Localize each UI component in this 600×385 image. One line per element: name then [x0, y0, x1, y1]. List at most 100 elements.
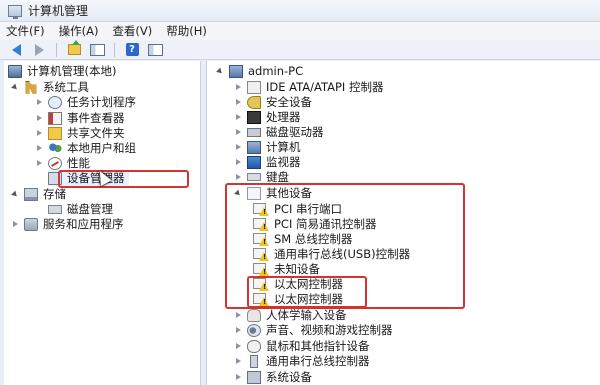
- tree-item-storage[interactable]: 存储: [10, 186, 66, 202]
- device-label: 通用串行总线(USB)控制器: [274, 247, 411, 261]
- system-devices-icon: [247, 370, 261, 384]
- menu-file[interactable]: 文件(F): [6, 23, 45, 39]
- help-icon: ?: [125, 43, 139, 56]
- task-scheduler-icon: [48, 95, 62, 109]
- expander-icon[interactable]: [10, 189, 20, 199]
- device-category-mice[interactable]: 鼠标和其他指针设备: [233, 338, 370, 354]
- device-category-security[interactable]: 安全设备: [233, 94, 312, 110]
- device-label: 未知设备: [274, 262, 320, 276]
- expander-icon[interactable]: [233, 356, 243, 366]
- tree-item-label: 任务计划程序: [67, 95, 136, 109]
- device-label: 声音、视频和游戏控制器: [266, 323, 393, 337]
- up-level-button[interactable]: [64, 40, 84, 58]
- expander-icon[interactable]: [10, 82, 20, 92]
- warning-device-icon: !: [253, 217, 269, 231]
- tree-item-system-tools[interactable]: 系统工具: [10, 79, 89, 95]
- title-bar: 计算机管理: [0, 0, 600, 22]
- device-usb-controller[interactable]: ! 通用串行总线(USB)控制器: [253, 246, 410, 262]
- device-label: PCI 简易通讯控制器: [274, 217, 377, 231]
- menu-view[interactable]: 查看(V): [112, 23, 152, 39]
- tree-item-shared-folders[interactable]: 共享文件夹: [34, 125, 125, 141]
- expander-icon[interactable]: [215, 66, 225, 76]
- tools-icon: [25, 80, 37, 94]
- tree-item-label: 存储: [43, 187, 66, 201]
- event-viewer-icon: [48, 111, 62, 125]
- expander-icon[interactable]: [233, 310, 243, 320]
- console-tree-icon: [89, 43, 105, 56]
- device-root[interactable]: admin-PC: [215, 63, 303, 79]
- device-label: SM 总线控制器: [274, 232, 353, 246]
- expander-icon[interactable]: [233, 142, 243, 152]
- expander-icon[interactable]: [233, 188, 243, 198]
- expander-icon[interactable]: [34, 128, 44, 138]
- tree-item-label: 系统工具: [43, 80, 89, 94]
- device-category-other[interactable]: 其他设备: [233, 185, 312, 201]
- tree-item-label: 共享文件夹: [67, 126, 125, 140]
- tree-item-label: 事件查看器: [67, 111, 125, 125]
- back-arrow-icon: [11, 43, 21, 56]
- action-pane-button[interactable]: [145, 41, 165, 58]
- device-sm-bus[interactable]: ! SM 总线控制器: [253, 231, 352, 247]
- usb-icon: [250, 354, 258, 368]
- shared-folder-icon: [48, 126, 62, 140]
- expander-icon[interactable]: [10, 219, 20, 229]
- device-category-usb[interactable]: 通用串行总线控制器: [233, 353, 370, 369]
- warning-device-icon: !: [253, 232, 269, 246]
- expander-icon[interactable]: [34, 97, 44, 107]
- processor-icon: [247, 110, 261, 124]
- expander-icon[interactable]: [34, 158, 44, 168]
- device-category-monitors[interactable]: 监视器: [233, 154, 301, 170]
- other-devices-icon: [247, 186, 261, 200]
- device-category-processor[interactable]: 处理器: [233, 109, 301, 125]
- expander-icon[interactable]: [34, 143, 44, 153]
- tree-item-event-viewer[interactable]: 事件查看器: [34, 110, 125, 126]
- tree-item-device-manager[interactable]: 设备管理器: [48, 170, 129, 186]
- expander-icon[interactable]: [233, 325, 243, 335]
- expander-icon[interactable]: [233, 172, 243, 182]
- computer-icon: [229, 64, 243, 78]
- tree-item-task-scheduler[interactable]: 任务计划程序: [34, 94, 136, 110]
- device-label: 键盘: [266, 170, 289, 184]
- device-ethernet-1[interactable]: ! 以太网控制器: [253, 276, 343, 292]
- forward-button[interactable]: [29, 41, 49, 58]
- tree-item-services-apps[interactable]: 服务和应用程序: [10, 216, 124, 232]
- device-label: 以太网控制器: [274, 292, 343, 306]
- device-unknown[interactable]: ! 未知设备: [253, 261, 320, 277]
- expander-icon[interactable]: [233, 341, 243, 351]
- tree-item-label: 服务和应用程序: [43, 217, 124, 231]
- computer-management-icon: [8, 4, 22, 19]
- keyboard-icon: [247, 173, 261, 181]
- device-pci-simple-comm[interactable]: ! PCI 简易通讯控制器: [253, 216, 377, 232]
- device-category-hid[interactable]: 人体学输入设备: [233, 307, 347, 323]
- device-category-sound[interactable]: 声音、视频和游戏控制器: [233, 322, 393, 338]
- menu-action[interactable]: 操作(A): [59, 23, 99, 39]
- expander-icon[interactable]: [34, 113, 44, 123]
- computer-icon: [8, 64, 22, 78]
- device-category-system[interactable]: 系统设备: [233, 369, 312, 385]
- help-button[interactable]: ?: [122, 41, 142, 58]
- services-icon: [24, 217, 38, 231]
- menu-help[interactable]: 帮助(H): [166, 23, 207, 39]
- tree-item-local-users[interactable]: 本地用户和组: [34, 140, 136, 156]
- expander-icon[interactable]: [233, 372, 243, 382]
- toolbar-separator: [114, 42, 115, 57]
- device-category-ide[interactable]: IDE ATA/ATAPI 控制器: [233, 79, 383, 95]
- show-hide-tree-button[interactable]: [87, 41, 107, 58]
- back-button[interactable]: [6, 41, 26, 58]
- device-ethernet-2[interactable]: ! 以太网控制器: [253, 291, 343, 307]
- device-category-computer[interactable]: 计算机: [233, 139, 301, 155]
- disk-icon: [48, 204, 62, 214]
- tree-item-disk-management[interactable]: 磁盘管理: [48, 201, 113, 217]
- console-tree-pane: 计算机管理(本地) 系统工具 任务计划程序 事件查看器 共享文件夹 本地用户和组…: [4, 61, 201, 385]
- expander-icon[interactable]: [233, 157, 243, 167]
- expander-icon[interactable]: [233, 82, 243, 92]
- device-category-keyboards[interactable]: 键盘: [233, 169, 289, 185]
- tree-item-performance[interactable]: 性能: [34, 155, 90, 171]
- device-label: 其他设备: [266, 186, 312, 200]
- expander-icon[interactable]: [233, 127, 243, 137]
- tree-item-computer-management[interactable]: 计算机管理(本地): [8, 63, 116, 79]
- expander-icon[interactable]: [233, 97, 243, 107]
- expander-icon[interactable]: [233, 112, 243, 122]
- device-pci-serial-port[interactable]: ! PCI 串行端口: [253, 201, 342, 217]
- device-category-disk-drives[interactable]: 磁盘驱动器: [233, 124, 324, 140]
